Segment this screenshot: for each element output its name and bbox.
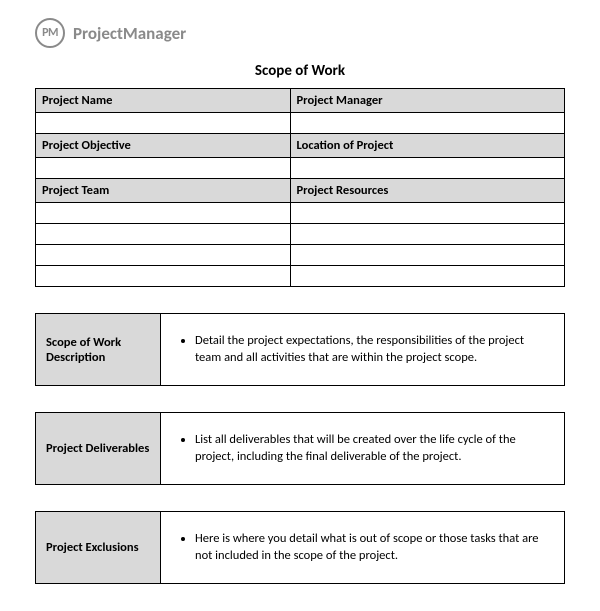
cell-project-manager[interactable] [290, 113, 564, 134]
label-deliverables: Project Deliverables [36, 413, 161, 485]
content-deliverables[interactable]: List all deliverables that will be creat… [161, 413, 565, 485]
section-scope-description: Scope of Work Description Detail the pro… [35, 313, 565, 386]
bullet-deliverables: List all deliverables that will be creat… [195, 432, 550, 466]
header-project-resources: Project Resources [290, 179, 564, 203]
cell-resources-1[interactable] [290, 203, 564, 224]
header-project-objective: Project Objective [36, 134, 291, 158]
cell-team-2[interactable] [36, 224, 291, 245]
cell-project-name[interactable] [36, 113, 291, 134]
cell-resources-3[interactable] [290, 245, 564, 266]
project-info-table: Project Name Project Manager Project Obj… [35, 88, 565, 287]
label-exclusions: Project Exclusions [36, 512, 161, 584]
cell-location[interactable] [290, 158, 564, 179]
header-location: Location of Project [290, 134, 564, 158]
brand-logo: PM ProjectManager [35, 18, 565, 48]
header-project-manager: Project Manager [290, 89, 564, 113]
cell-team-3[interactable] [36, 245, 291, 266]
section-exclusions: Project Exclusions Here is where you det… [35, 511, 565, 584]
content-exclusions[interactable]: Here is where you detail what is out of … [161, 512, 565, 584]
cell-resources-2[interactable] [290, 224, 564, 245]
header-project-name: Project Name [36, 89, 291, 113]
content-scope-description[interactable]: Detail the project expectations, the res… [161, 314, 565, 386]
bullet-scope-description: Detail the project expectations, the res… [195, 333, 550, 367]
cell-project-objective[interactable] [36, 158, 291, 179]
cell-team-4[interactable] [36, 266, 291, 287]
section-deliverables: Project Deliverables List all deliverabl… [35, 412, 565, 485]
label-scope-description: Scope of Work Description [36, 314, 161, 386]
bullet-exclusions: Here is where you detail what is out of … [195, 531, 550, 565]
logo-text: ProjectManager [73, 23, 186, 44]
header-project-team: Project Team [36, 179, 291, 203]
logo-icon: PM [35, 18, 65, 48]
page-title: Scope of Work [35, 62, 565, 80]
cell-resources-4[interactable] [290, 266, 564, 287]
cell-team-1[interactable] [36, 203, 291, 224]
